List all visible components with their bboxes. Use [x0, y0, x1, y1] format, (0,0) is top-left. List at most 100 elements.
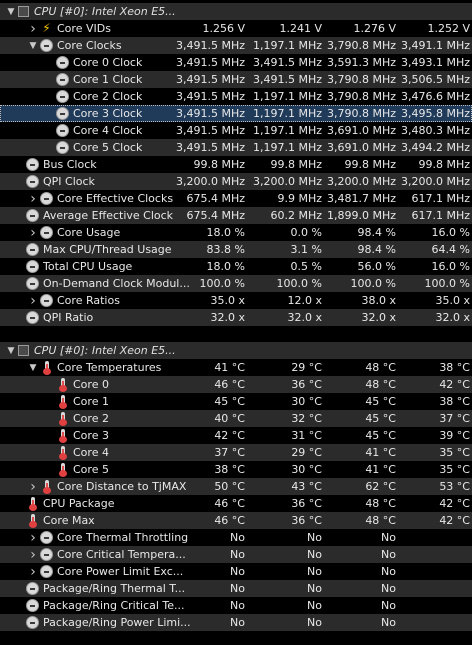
- value-maximum: 3,790.8 MHz: [326, 39, 396, 52]
- cpu-chip-icon: [18, 6, 29, 17]
- value-average: 617.1 MHz: [411, 192, 470, 205]
- value-current: 675.4 MHz: [186, 209, 245, 222]
- sensor-row-core-3-clock[interactable]: Core 3 Clock 3,491.5 MHz 1,197.1 MHz 3,790.…: [0, 105, 472, 122]
- sensor-row-core-thermal-throttling[interactable]: › Core Thermal Throttling No No No: [0, 529, 472, 546]
- value-maximum: 41 °C: [365, 446, 396, 459]
- value-maximum: No: [381, 582, 396, 595]
- value-minimum: 1.241 V: [279, 22, 322, 35]
- value-minimum: 32 °C: [291, 412, 322, 425]
- value-current: 3,491.5 MHz: [175, 73, 245, 86]
- sensor-row-core-clocks[interactable]: ▼ Core Clocks 3,491.5 MHz 1,197.1 MHz 3,790.…: [0, 37, 472, 54]
- value-maximum: 48 °C: [365, 378, 396, 391]
- sensor-group-header[interactable]: ▼ CPU [#0]: Intel Xeon E5...: [0, 3, 472, 20]
- value-current: 46 °C: [214, 497, 245, 510]
- value-minimum: 9.9 MHz: [277, 192, 322, 205]
- value-minimum: 30 °C: [291, 463, 322, 476]
- value-maximum: 98.4 %: [357, 243, 396, 256]
- sensor-row-core-4[interactable]: Core 4 37 °C 29 °C 41 °C 35 °C: [0, 444, 472, 461]
- sensor-row-core-1-clock[interactable]: Core 1 Clock 3,491.5 MHz 3,491.5 MHz 3,790.…: [0, 71, 472, 88]
- value-minimum: 1,197.1 MHz: [252, 141, 322, 154]
- sensor-row-package-ring-critical-te[interactable]: Package/Ring Critical Te... No No No: [0, 597, 472, 614]
- sensor-row-core-0-clock[interactable]: Core 0 Clock 3,491.5 MHz 3,491.5 MHz 3,591.…: [0, 54, 472, 71]
- value-average: 53 °C: [439, 480, 470, 493]
- value-current: 100.0 %: [199, 277, 245, 290]
- cpu-chip-icon: [18, 345, 29, 356]
- sensor-row-cpu-package[interactable]: CPU Package 46 °C 36 °C 48 °C 42 °C: [0, 495, 472, 512]
- value-current: 42 °C: [214, 429, 245, 442]
- value-maximum: 45 °C: [365, 429, 396, 442]
- sensor-row-total-cpu-usage[interactable]: Total CPU Usage 18.0 % 0.5 % 56.0 % 16.0 %: [0, 258, 472, 275]
- sensor-row-qpi-ratio[interactable]: QPI Ratio 32.0 x 32.0 x 32.0 x 32.0 x: [0, 309, 472, 326]
- value-average: [398, 597, 470, 614]
- value-minimum: 31 °C: [291, 429, 322, 442]
- sensor-row-core-2[interactable]: Core 2 40 °C 32 °C 45 °C 37 °C: [0, 410, 472, 427]
- sensor-row-core-power-limit-exc[interactable]: › Core Power Limit Exc... No No No: [0, 563, 472, 580]
- value-current: 46 °C: [214, 514, 245, 527]
- value-current: 41 °C: [214, 361, 245, 374]
- value-average: 42 °C: [439, 514, 470, 527]
- value-maximum: 3,591.3 MHz: [326, 56, 396, 69]
- value-average: 42 °C: [439, 378, 470, 391]
- value-maximum: 99.8 MHz: [344, 158, 396, 171]
- value-average: 3,506.5 MHz: [400, 73, 470, 86]
- value-maximum: No: [381, 599, 396, 612]
- sensor-row-core-3[interactable]: Core 3 42 °C 31 °C 45 °C 39 °C: [0, 427, 472, 444]
- sensor-row-core-temperatures[interactable]: ▼ Core Temperatures 41 °C 29 °C 48 °C 38 °C: [0, 359, 472, 376]
- sensor-row-on-demand-clock-modul[interactable]: On-Demand Clock Modul... 100.0 % 100.0 % 10…: [0, 275, 472, 292]
- sensor-row-core-5[interactable]: Core 5 38 °C 30 °C 41 °C 35 °C: [0, 461, 472, 478]
- value-minimum: No: [307, 616, 322, 629]
- value-maximum: 3,200.0 MHz: [326, 175, 396, 188]
- sensor-row-core-usage[interactable]: › Core Usage 18.0 % 0.0 % 98.4 % 16.0 %: [0, 224, 472, 241]
- value-average: 37 °C: [439, 412, 470, 425]
- value-maximum: 38.0 x: [361, 294, 397, 307]
- value-maximum: No: [381, 616, 396, 629]
- value-minimum: No: [307, 531, 322, 544]
- value-average: 35 °C: [439, 463, 470, 476]
- collapse-chevron-icon[interactable]: ▼: [4, 342, 18, 359]
- value-average: [398, 529, 470, 546]
- sensor-row-bus-clock[interactable]: Bus Clock 99.8 MHz 99.8 MHz 99.8 MHz 99.8 MH…: [0, 156, 472, 173]
- sensor-row-qpi-clock[interactable]: QPI Clock 3,200.0 MHz 3,200.0 MHz 3,200.0 M…: [0, 173, 472, 190]
- sensor-row-core-ratios[interactable]: › Core Ratios 35.0 x 12.0 x 38.0 x 35.0 x: [0, 292, 472, 309]
- value-maximum: 3,691.0 MHz: [326, 141, 396, 154]
- value-maximum: 100.0 %: [350, 277, 396, 290]
- value-minimum: 0.0 %: [290, 226, 322, 239]
- sensor-group-header[interactable]: ▼ CPU [#0]: Intel Xeon E5...: [0, 342, 472, 359]
- value-maximum: 56.0 %: [357, 260, 396, 273]
- sensor-row-package-ring-power-limi[interactable]: Package/Ring Power Limi... No No No: [0, 614, 472, 631]
- sensor-row-core-critical-tempera[interactable]: › Core Critical Tempera... No No No: [0, 546, 472, 563]
- value-average: 32.0 x: [435, 311, 471, 324]
- value-minimum: 30 °C: [291, 395, 322, 408]
- sensor-row-core-5-clock[interactable]: Core 5 Clock 3,491.5 MHz 1,197.1 MHz 3,691.…: [0, 139, 472, 156]
- sensor-row-max-cpu-thread-usage[interactable]: Max CPU/Thread Usage 83.8 % 3.1 % 98.4 % 64.…: [0, 241, 472, 258]
- value-maximum: No: [381, 565, 396, 578]
- sensor-row-core-0[interactable]: Core 0 46 °C 36 °C 48 °C 42 °C: [0, 376, 472, 393]
- value-current: 3,491.5 MHz: [175, 107, 245, 120]
- value-maximum: 41 °C: [365, 463, 396, 476]
- sensor-row-core-4-clock[interactable]: Core 4 Clock 3,491.5 MHz 1,197.1 MHz 3,691.…: [0, 122, 472, 139]
- sensor-row-package-ring-thermal-t[interactable]: Package/Ring Thermal T... No No No: [0, 580, 472, 597]
- sensor-row-average-effective-clock[interactable]: Average Effective Clock 675.4 MHz 60.2 MHz…: [0, 207, 472, 224]
- value-minimum: 1,197.1 MHz: [252, 124, 322, 137]
- value-current: No: [230, 531, 245, 544]
- value-minimum: 43 °C: [291, 480, 322, 493]
- value-average: 35 °C: [439, 446, 470, 459]
- value-average: 1.252 V: [427, 22, 470, 35]
- value-average: [398, 563, 470, 580]
- sensor-row-core-distance-to-tjmax[interactable]: › Core Distance to TjMAX 50 °C 43 °C 62 °C 53…: [0, 478, 472, 495]
- sensor-group-title: CPU [#0]: Intel Xeon E5...: [34, 344, 176, 357]
- collapse-chevron-icon[interactable]: ▼: [4, 3, 18, 20]
- value-current: 3,491.5 MHz: [175, 124, 245, 137]
- sensor-row-core-vids[interactable]: › ⚡ Core VIDs 1.256 V 1.241 V 1.276 V 1.252 V: [0, 20, 472, 37]
- value-average: [398, 546, 470, 563]
- value-minimum: 3,491.5 MHz: [252, 73, 322, 86]
- sensor-row-core-1[interactable]: Core 1 45 °C 30 °C 45 °C 38 °C: [0, 393, 472, 410]
- value-maximum: No: [381, 531, 396, 544]
- value-minimum: 99.8 MHz: [270, 158, 322, 171]
- sensor-row-core-2-clock[interactable]: Core 2 Clock 3,491.5 MHz 1,197.1 MHz 3,790.…: [0, 88, 472, 105]
- sensor-row-core-max[interactable]: Core Max 46 °C 36 °C 48 °C 42 °C: [0, 512, 472, 529]
- value-minimum: No: [307, 548, 322, 561]
- sensor-row-core-effective-clocks[interactable]: › Core Effective Clocks 675.4 MHz 9.9 MHz 3,…: [0, 190, 472, 207]
- value-average: 38 °C: [439, 361, 470, 374]
- value-maximum: No: [381, 548, 396, 561]
